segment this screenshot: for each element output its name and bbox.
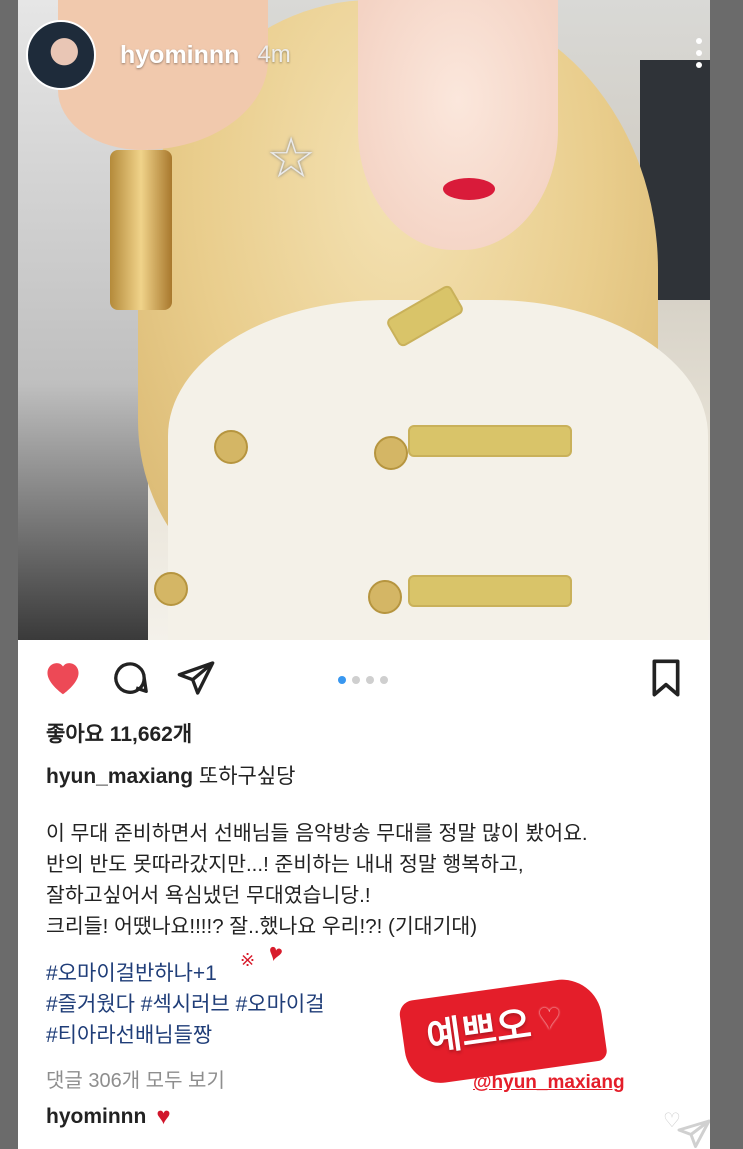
caption-body: 이 무대 준비하면서 선배님들 음악방송 무대를 정말 많이 봤어요. 반의 반… <box>46 818 588 942</box>
comment-heart-icon: ♥ <box>156 1103 171 1130</box>
carousel-dot <box>380 676 388 684</box>
jacket-braid <box>408 575 572 607</box>
jacket-button <box>214 430 248 464</box>
action-bar <box>18 652 710 708</box>
jacket-button <box>374 436 408 470</box>
likes-count[interactable]: 좋아요 11,662개 <box>46 718 192 748</box>
sparkle-sticker-icon: ※ <box>240 950 256 970</box>
jacket-braid <box>408 425 572 457</box>
caption-body-line: 이 무대 준비하면서 선배님들 음악방송 무대를 정말 많이 봤어요. <box>46 822 588 845</box>
sticker-heart-icon: ♥ <box>538 996 561 1038</box>
mention-sticker[interactable]: @hyun_maxiang <box>473 1072 625 1094</box>
story-frame: ☆ hyominnn 4m 좋아요 11,662개 hyun_maxiang 또… <box>18 0 710 1149</box>
share-icon[interactable] <box>176 658 216 698</box>
face-shape <box>358 0 558 250</box>
story-timestamp: 4m <box>257 41 291 68</box>
like-heart-icon[interactable] <box>42 658 84 696</box>
hashtag-line[interactable]: #티아라선배님들짱 <box>46 1020 325 1051</box>
star-earring-icon: ☆ <box>266 126 317 189</box>
bookmark-icon[interactable] <box>648 658 684 698</box>
lips-shape <box>443 178 495 200</box>
post-photo[interactable]: ☆ <box>18 0 710 640</box>
caption-username[interactable]: hyun_maxiang <box>46 765 193 788</box>
carousel-dot <box>352 676 360 684</box>
hashtags: #오마이걸반하나+1 #즐거웠다 #섹시러브 #오마이걸 #티아라선배님들짱 <box>46 958 325 1051</box>
comment-row: hyominnn ♥ <box>46 1103 171 1131</box>
comment-icon[interactable] <box>110 658 150 698</box>
story-username[interactable]: hyominnn <box>120 41 239 70</box>
jacket-button <box>368 580 402 614</box>
more-options-icon[interactable] <box>696 38 704 68</box>
send-message-icon[interactable] <box>676 1118 710 1148</box>
avatar[interactable] <box>26 20 96 90</box>
caption-line: hyun_maxiang 또하구싶당 <box>46 760 296 790</box>
hashtag-line[interactable]: #오마이걸반하나+1 <box>46 958 325 989</box>
story-header: hyominnn 4m <box>26 20 291 90</box>
jacket-button <box>154 572 188 606</box>
comment-username[interactable]: hyominnn <box>46 1105 146 1129</box>
caption-text: 또하구싶당 <box>198 765 296 788</box>
caption-body-line: 반의 반도 못따라갔지만...! 준비하는 내내 정말 행복하고, <box>46 853 524 876</box>
carousel-dot <box>338 676 346 684</box>
hairspray-can <box>110 150 172 310</box>
carousel-dot <box>366 676 374 684</box>
hashtag-line[interactable]: #즐거웠다 #섹시러브 #오마이걸 <box>46 989 325 1020</box>
caption-body-line: 잘하고싶어서 욕심냈던 무대였습니당.! <box>46 884 371 907</box>
view-all-comments-link[interactable]: 댓글 306개 모두 보기 <box>46 1064 225 1093</box>
carousel-indicator <box>338 676 388 684</box>
caption-body-line: 크리들! 어땠나요!!!!? 잘..했나요 우리!?! (기대기대) <box>46 915 478 938</box>
